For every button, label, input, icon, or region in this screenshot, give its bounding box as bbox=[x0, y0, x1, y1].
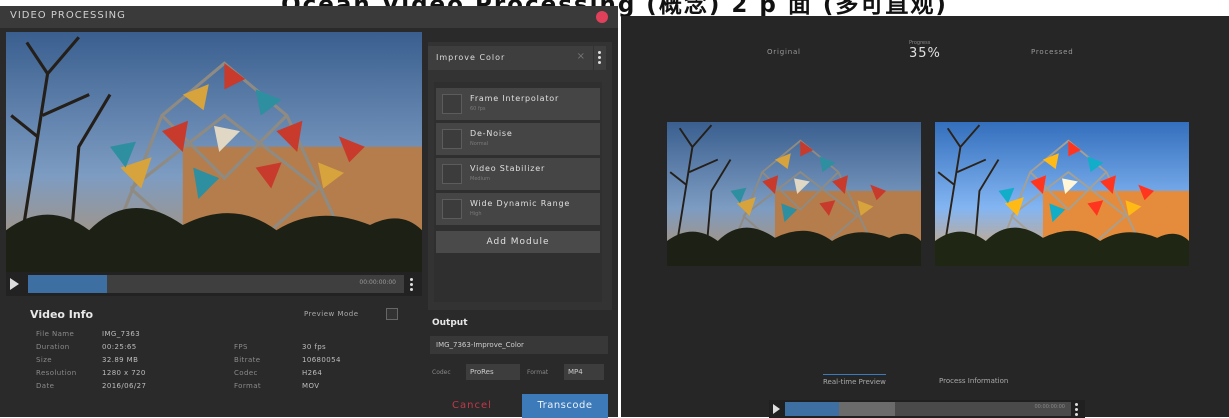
module-setting: Normal bbox=[470, 141, 489, 147]
module-name: De-Noise bbox=[470, 129, 513, 138]
info-row: Format MOV bbox=[234, 382, 319, 390]
tab-real-time-preview[interactable]: Real-time Preview bbox=[823, 374, 886, 390]
info-row: Codec H264 bbox=[234, 369, 322, 377]
module-setting: Medium bbox=[470, 176, 490, 182]
scrub-progress bbox=[785, 402, 840, 416]
transcode-button[interactable]: Transcode bbox=[522, 394, 608, 418]
module-icon bbox=[442, 94, 462, 114]
preset-select[interactable]: Improve Color × bbox=[428, 46, 593, 70]
scrub-track[interactable] bbox=[28, 275, 404, 293]
format-label: Format bbox=[527, 369, 549, 376]
timecode: 00:00:00:00 bbox=[1034, 404, 1065, 410]
info-row: Size 32.89 MB bbox=[36, 356, 138, 364]
module-setting: 60 fps bbox=[470, 106, 486, 112]
add-module-button[interactable]: Add Module bbox=[436, 231, 600, 253]
preset-menu-button[interactable] bbox=[594, 46, 606, 70]
module-item[interactable]: De-Noise Normal bbox=[436, 123, 600, 155]
module-list: Frame Interpolator 60 fps De-Noise Norma… bbox=[434, 82, 602, 302]
info-row: FPS 30 fps bbox=[234, 343, 326, 351]
module-name: Frame Interpolator bbox=[470, 94, 560, 103]
info-value: 1280 x 720 bbox=[102, 369, 146, 377]
module-name: Wide Dynamic Range bbox=[470, 199, 571, 208]
info-value: 30 fps bbox=[302, 343, 327, 351]
info-key: Date bbox=[36, 382, 55, 390]
timecode: 00:00:00:00 bbox=[359, 279, 396, 286]
info-key: FPS bbox=[234, 343, 248, 351]
preview-scrubber[interactable]: 00:00:00:00 bbox=[769, 400, 1085, 418]
video-scrubber[interactable]: 00:00:00:00 bbox=[6, 272, 422, 296]
video-processing-window: VIDEO PROCESSING 00:00:00:00 Video Info … bbox=[0, 6, 618, 418]
info-row: Bitrate 10680054 bbox=[234, 356, 340, 364]
scrub-progress bbox=[28, 275, 107, 293]
original-preview-image bbox=[667, 122, 921, 266]
play-icon[interactable] bbox=[10, 278, 19, 290]
info-value: IMG_7363 bbox=[102, 330, 141, 338]
module-name: Video Stabilizer bbox=[470, 164, 546, 173]
preview-mode-label: Preview Mode bbox=[304, 310, 359, 318]
info-value: 2016/06/27 bbox=[102, 382, 147, 390]
info-key: File Name bbox=[36, 330, 75, 338]
info-key: Codec bbox=[234, 369, 258, 377]
info-row: Date 2016/06/27 bbox=[36, 382, 146, 390]
progress-value: 35% bbox=[909, 46, 941, 61]
original-label: Original bbox=[767, 48, 801, 56]
codec-select[interactable]: ProRes bbox=[466, 364, 520, 380]
video-info-panel: Video Info Preview Mode File Name IMG_736… bbox=[6, 298, 422, 417]
video-preview bbox=[6, 32, 422, 272]
more-options-icon bbox=[598, 51, 602, 64]
processed-label: Processed bbox=[1031, 48, 1074, 56]
tab-process-information[interactable]: Process Information bbox=[939, 374, 1008, 385]
info-row: Resolution 1280 x 720 bbox=[36, 369, 145, 377]
info-key: Duration bbox=[36, 343, 70, 351]
info-row: Duration 00:25:65 bbox=[36, 343, 136, 351]
info-value: MOV bbox=[302, 382, 320, 390]
close-icon[interactable] bbox=[596, 11, 608, 23]
info-key: Resolution bbox=[36, 369, 77, 377]
clear-icon[interactable]: × bbox=[577, 51, 585, 62]
more-options-icon[interactable] bbox=[410, 278, 414, 291]
info-value: 10680054 bbox=[302, 356, 341, 364]
info-value: 00:25:65 bbox=[102, 343, 137, 351]
play-icon[interactable] bbox=[773, 404, 780, 414]
scrub-track[interactable] bbox=[785, 402, 1071, 416]
info-key: Size bbox=[36, 356, 52, 364]
output-panel: Output IMG_7363-Improve_Color Codec ProR… bbox=[428, 312, 612, 418]
info-value: H264 bbox=[302, 369, 323, 377]
module-item[interactable]: Frame Interpolator 60 fps bbox=[436, 88, 600, 120]
processed-preview-image bbox=[935, 122, 1189, 266]
module-icon bbox=[442, 199, 462, 219]
module-icon bbox=[442, 164, 462, 184]
module-setting: High bbox=[470, 211, 482, 217]
info-key: Format bbox=[234, 382, 262, 390]
progress-window: Original Progress 35% Processed Real-tim… bbox=[621, 16, 1229, 418]
cancel-button[interactable]: Cancel bbox=[452, 400, 492, 411]
preset-label: Improve Color bbox=[436, 53, 506, 62]
output-title: Output bbox=[432, 318, 468, 328]
video-info-title: Video Info bbox=[30, 308, 94, 321]
more-options-icon[interactable] bbox=[1075, 403, 1079, 416]
module-icon bbox=[442, 129, 462, 149]
info-key: Bitrate bbox=[234, 356, 261, 364]
format-select[interactable]: MP4 bbox=[564, 364, 604, 380]
preview-mode-checkbox[interactable] bbox=[386, 308, 398, 320]
module-item[interactable]: Wide Dynamic Range High bbox=[436, 193, 600, 225]
module-item[interactable]: Video Stabilizer Medium bbox=[436, 158, 600, 190]
window-header: VIDEO PROCESSING bbox=[0, 6, 618, 28]
codec-label: Codec bbox=[432, 369, 451, 376]
output-filename-field[interactable]: IMG_7363-Improve_Color bbox=[430, 336, 608, 354]
window-title: VIDEO PROCESSING bbox=[10, 10, 126, 21]
info-value: 32.89 MB bbox=[102, 356, 139, 364]
info-row: File Name IMG_7363 bbox=[36, 330, 140, 338]
